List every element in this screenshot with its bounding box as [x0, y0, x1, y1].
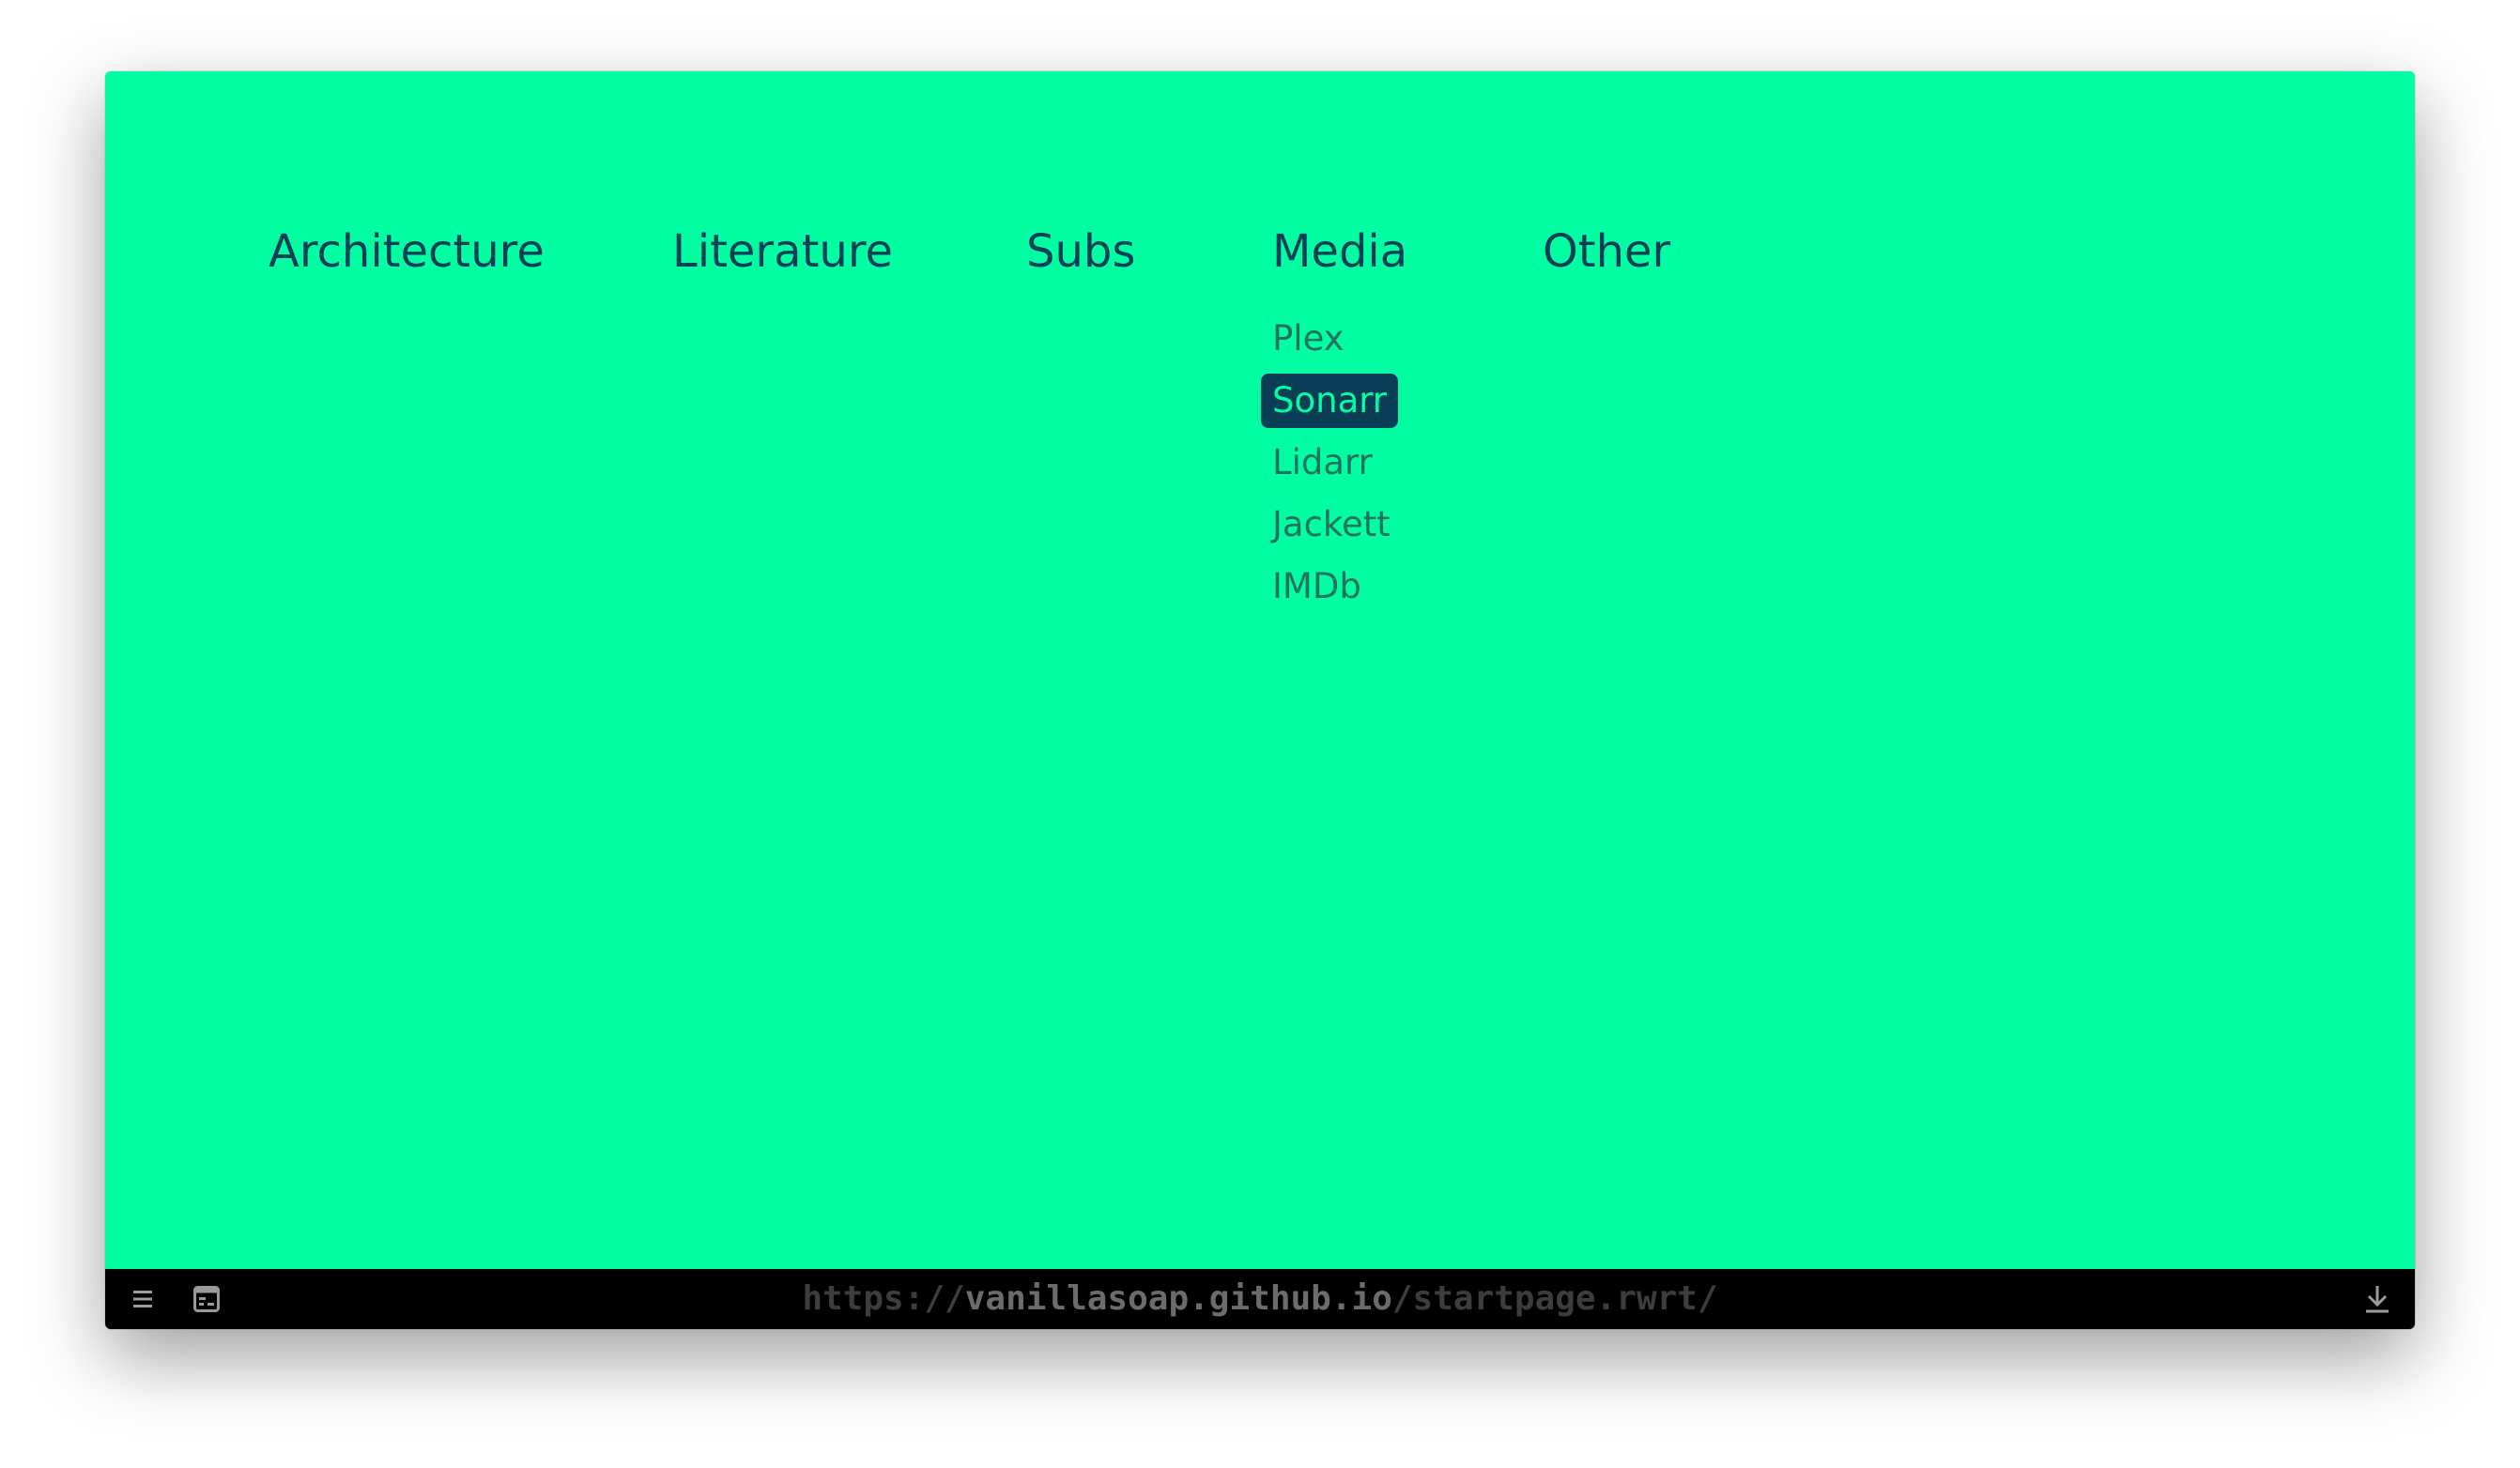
category-subs[interactable]: Subs — [1026, 223, 1135, 280]
link-label: Jackett — [1272, 504, 1391, 544]
link-label: Plex — [1272, 318, 1345, 359]
link-label: Lidarr — [1272, 442, 1373, 482]
link-jackett[interactable]: Jackett — [1261, 494, 1402, 556]
startpage: Architecture Literature Subs Media Other… — [105, 71, 2415, 1269]
url-host: vanillasoap.github.io — [964, 1279, 1392, 1318]
url-display[interactable]: https://vanillasoap.github.io/startpage.… — [105, 1269, 2415, 1329]
link-plex[interactable]: Plex — [1261, 308, 1402, 370]
category-literature[interactable]: Literature — [672, 223, 893, 280]
download-icon[interactable] — [2359, 1280, 2396, 1318]
category-media[interactable]: Media — [1272, 223, 1407, 280]
tab-panel-icon[interactable] — [188, 1280, 225, 1318]
link-label: IMDb — [1272, 566, 1361, 606]
link-sonarr[interactable]: Sonarr — [1261, 370, 1402, 432]
media-link-list: Plex Sonarr Lidarr Jackett IMDb — [1261, 308, 1402, 618]
url-path: /startpage.rwrt/ — [1391, 1279, 1718, 1318]
link-label: Sonarr — [1261, 374, 1399, 428]
status-bar: https://vanillasoap.github.io/startpage.… — [105, 1269, 2415, 1329]
menu-icon[interactable] — [124, 1280, 161, 1318]
link-imdb[interactable]: IMDb — [1261, 556, 1402, 618]
category-architecture[interactable]: Architecture — [269, 223, 545, 280]
url-scheme: https:// — [802, 1279, 965, 1318]
browser-window: Architecture Literature Subs Media Other… — [105, 71, 2415, 1329]
category-other[interactable]: Other — [1543, 223, 1670, 280]
link-lidarr[interactable]: Lidarr — [1261, 432, 1402, 494]
